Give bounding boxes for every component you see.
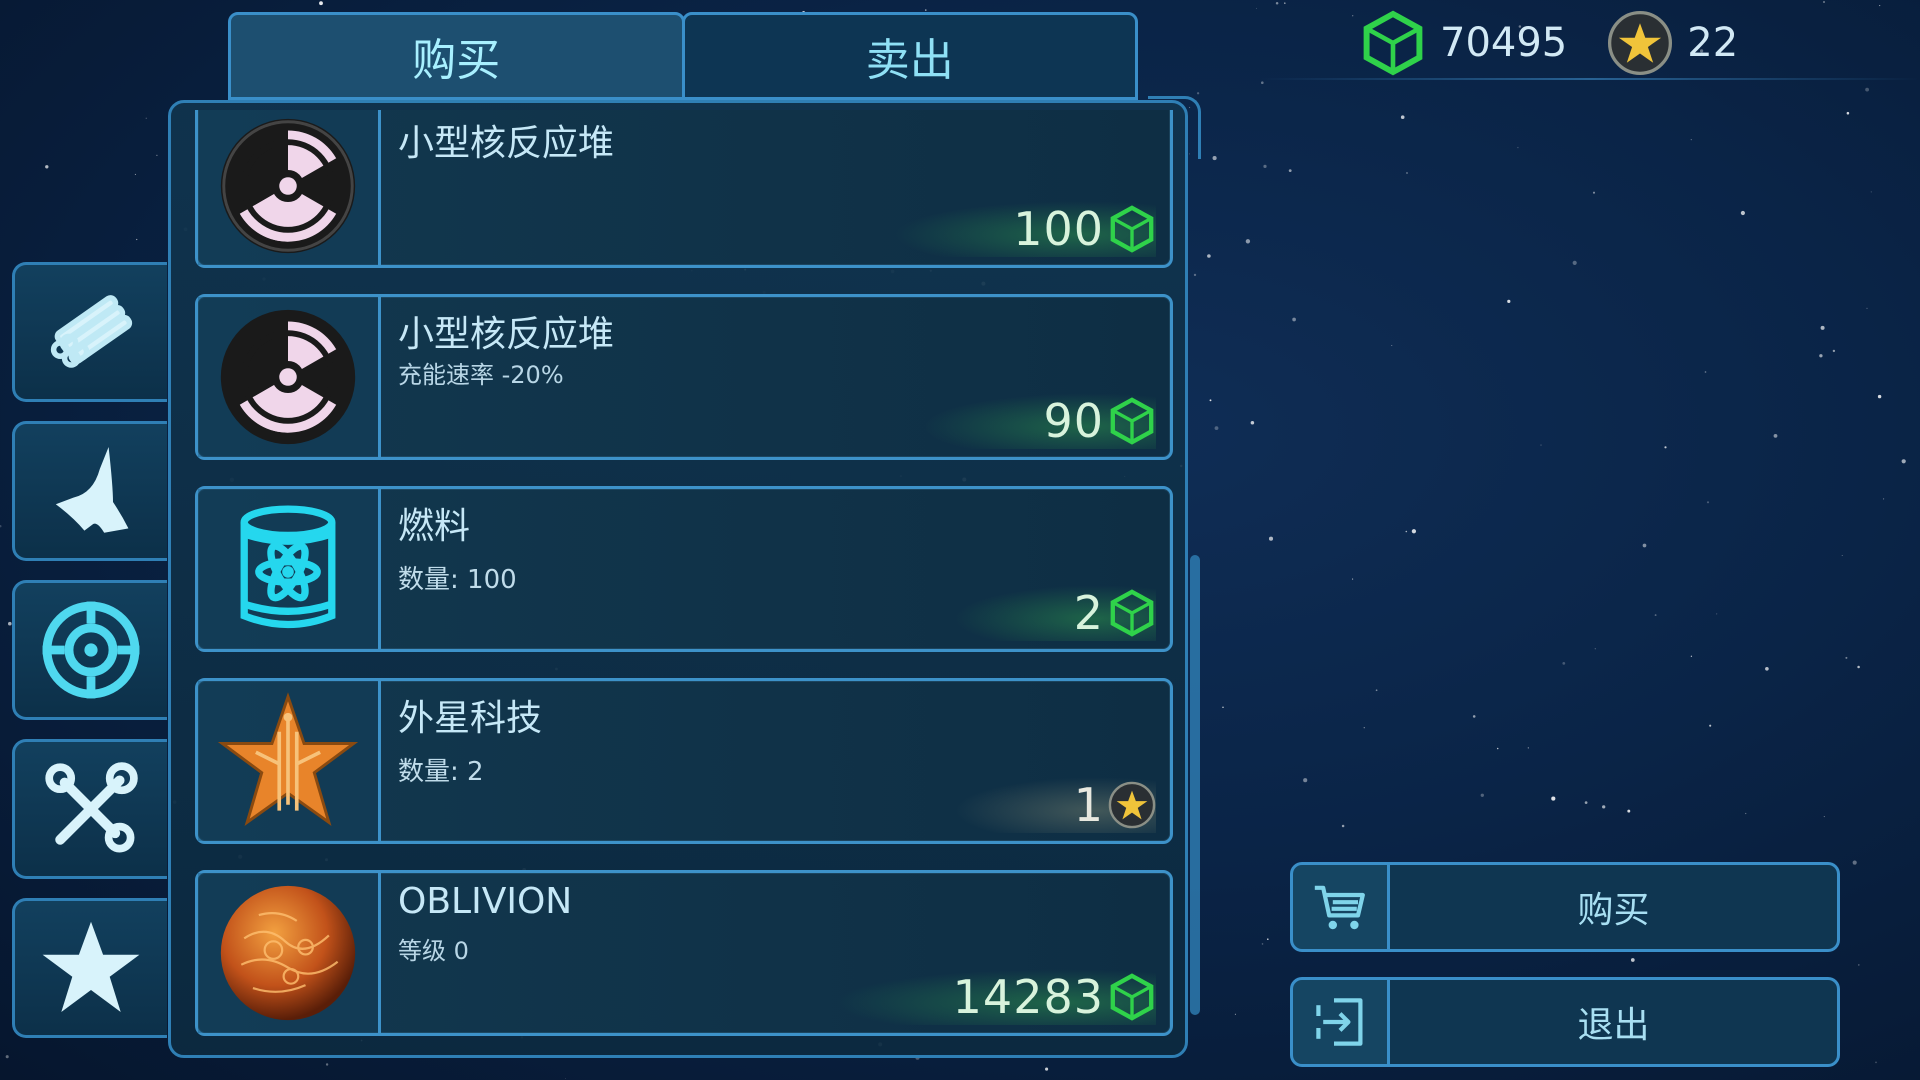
tools-icon	[45, 762, 138, 853]
category-sidebar	[12, 262, 167, 1057]
item-title: 小型核反应堆	[398, 314, 615, 355]
item-subtitle: 数量: 100	[398, 565, 517, 595]
alien-tech-star-icon	[217, 692, 359, 826]
item-subtitle: 数量: 2	[398, 757, 484, 787]
item-icon-box	[198, 489, 381, 649]
star-coin-icon	[1608, 10, 1673, 76]
item-subtitle: 等级 0	[398, 937, 469, 965]
item-title: OBLIVION	[398, 881, 573, 922]
stars-value: 22	[1687, 20, 1739, 66]
price-value: 14283	[952, 970, 1104, 1024]
price-value: 2	[1073, 586, 1104, 640]
fuel-barrel-icon	[240, 505, 336, 629]
star-icon	[42, 921, 140, 1012]
credits-value: 70495	[1440, 20, 1568, 66]
cart-icon	[1314, 885, 1365, 930]
exit-button-icon-box	[1290, 977, 1390, 1067]
exit-icon	[1316, 998, 1363, 1046]
buy-button[interactable]: 购买	[1290, 862, 1840, 952]
category-special[interactable]	[12, 898, 167, 1038]
item-icon-box	[198, 297, 381, 457]
item-price: 100	[893, 201, 1156, 257]
price-value: 90	[1043, 394, 1104, 448]
item-list: 小型核反应堆 100 小型核反应堆 充能速率 -20% 90 燃料 数量: 10…	[195, 110, 1173, 1048]
green-cube-icon	[1110, 589, 1154, 637]
buy-button-label[interactable]: 购买	[1390, 862, 1840, 952]
list-item[interactable]: 小型核反应堆 充能速率 -20% 90	[195, 294, 1173, 460]
category-hull[interactable]	[12, 421, 167, 561]
currency-underline	[1260, 78, 1920, 80]
exit-button-label[interactable]: 退出	[1390, 977, 1840, 1067]
list-item[interactable]: OBLIVION 等级 0 14283	[195, 870, 1173, 1036]
category-weapons[interactable]	[12, 580, 167, 720]
list-item[interactable]: 小型核反应堆 100	[195, 110, 1173, 268]
currency-bar: 70495 22	[1360, 8, 1778, 78]
buy-button-icon-box	[1290, 862, 1390, 952]
list-item[interactable]: 外星科技 数量: 2 1	[195, 678, 1173, 844]
radiation-icon	[220, 309, 356, 445]
item-icon-box	[198, 681, 381, 841]
target-icon	[42, 601, 140, 699]
ship-hull-icon	[55, 447, 129, 533]
item-title: 燃料	[398, 506, 471, 547]
item-price: 14283	[832, 969, 1156, 1025]
category-pipes[interactable]	[12, 262, 167, 402]
radiation-icon	[220, 118, 356, 253]
item-icon-box	[198, 873, 381, 1033]
item-subtitle: 充能速率 -20%	[398, 361, 564, 389]
pipes-icon	[50, 295, 133, 368]
list-item[interactable]: 燃料 数量: 100 2	[195, 486, 1173, 652]
star-coin-icon	[1108, 781, 1156, 829]
exit-button[interactable]: 退出	[1290, 977, 1840, 1067]
tab-sell[interactable]: 卖出	[681, 12, 1138, 100]
item-price: 90	[923, 393, 1156, 449]
category-equipment[interactable]	[12, 739, 167, 879]
item-title: 小型核反应堆	[398, 123, 615, 164]
green-cube-icon	[1110, 397, 1154, 445]
green-cube-icon	[1110, 205, 1154, 253]
item-price: 2	[953, 585, 1156, 641]
list-scrollbar[interactable]	[1190, 555, 1200, 1015]
green-cube-icon	[1110, 973, 1154, 1021]
price-value: 100	[1013, 202, 1104, 256]
item-price: 1	[953, 777, 1156, 833]
item-title: 外星科技	[398, 698, 543, 739]
price-value: 1	[1073, 778, 1104, 832]
oblivion-orb-icon	[220, 885, 356, 1021]
item-icon-box	[198, 110, 381, 265]
tab-buy[interactable]: 购买	[228, 12, 685, 100]
buy-sell-tabs: 购买 卖出	[228, 12, 1138, 100]
green-cube-icon	[1363, 10, 1423, 76]
